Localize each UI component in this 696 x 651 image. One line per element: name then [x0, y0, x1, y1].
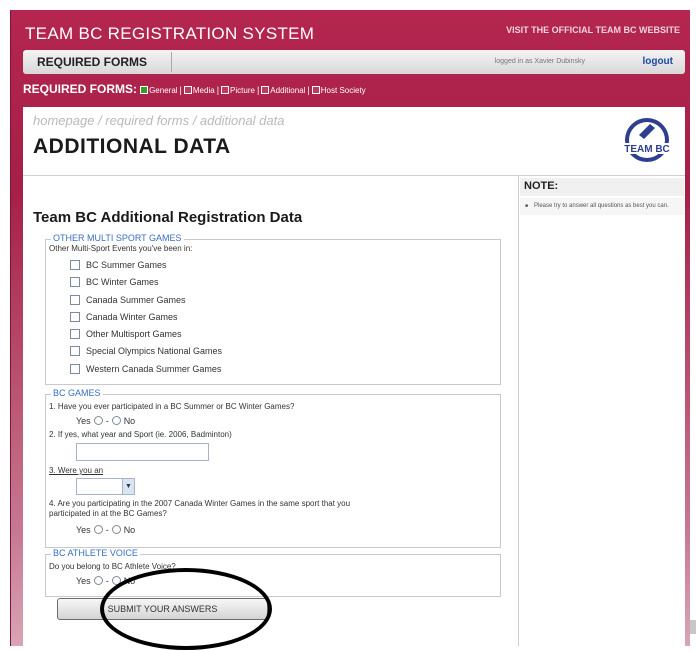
- note-sidebar: NOTE: Please try to answer all questions…: [519, 175, 685, 646]
- question-4-line-2: participated in at the BC Games?: [49, 509, 167, 518]
- checkbox-canada-winter-games[interactable]: Canada Winter Games: [70, 312, 178, 324]
- form-title: Team BC Additional Registration Data: [33, 209, 303, 226]
- question-4-line-1: 4. Are you participating in the 2007 Can…: [49, 499, 351, 508]
- yes-no-radio-group-q1: Yes - No: [76, 416, 135, 426]
- multi-sport-legend: OTHER MULTI SPORT GAMES: [51, 233, 184, 243]
- checkbox-icon[interactable]: [70, 329, 80, 339]
- nav-link-media[interactable]: Media: [193, 86, 215, 95]
- checkbox-icon[interactable]: [70, 364, 80, 374]
- checkbox-icon[interactable]: [70, 277, 80, 287]
- checkbox-label: BC Winter Games: [86, 277, 159, 287]
- checkbox-icon[interactable]: [70, 346, 80, 356]
- svg-text:TEAM BC: TEAM BC: [624, 144, 670, 155]
- bc-games-fieldset: BC GAMES 1. Have you ever participated i…: [45, 388, 501, 548]
- yes-no-radio-group-q4: Yes - No: [76, 525, 135, 535]
- athlete-voice-question: Do you belong to BC Athlete Voice?: [49, 562, 176, 571]
- question-2: 2. If yes, what year and Sport (ie. 2006…: [49, 430, 232, 439]
- logged-in-text: logged in as Xavier Dubinsky: [494, 58, 585, 65]
- form-column: Team BC Additional Registration Data OTH…: [23, 175, 519, 646]
- checkbox-icon[interactable]: [70, 295, 80, 305]
- yes-label: Yes: [76, 525, 91, 535]
- checkbox-label: Western Canada Summer Games: [86, 364, 222, 374]
- radio-yes[interactable]: [93, 576, 103, 585]
- radio-no[interactable]: [111, 576, 121, 585]
- checkbox-label: Other Multisport Games: [86, 329, 182, 339]
- checkbox-icon[interactable]: [70, 312, 80, 322]
- multi-sport-prompt: Other Multi-Sport Events you've been in:: [49, 244, 193, 253]
- checkbox-western-canada-summer-games[interactable]: Western Canada Summer Games: [70, 364, 221, 376]
- scrollbar-thumb[interactable]: [690, 620, 696, 634]
- checkbox-label: BC Summer Games: [86, 260, 167, 270]
- checkbox-label: Canada Winter Games: [86, 312, 178, 322]
- checkbox-bc-winter-games[interactable]: BC Winter Games: [70, 277, 159, 289]
- bc-games-legend: BC GAMES: [51, 388, 103, 398]
- no-label: No: [123, 576, 136, 586]
- required-forms-bar: REQUIRED FORMS logged in as Xavier Dubin…: [23, 50, 685, 74]
- radio-no[interactable]: [111, 525, 121, 534]
- check-icon: [140, 86, 149, 94]
- note-text: Please try to answer all questions as be…: [520, 198, 684, 215]
- question-1: 1. Have you ever participated in a BC Su…: [49, 402, 295, 411]
- yes-no-radio-group-athlete-voice: Yes - No: [76, 576, 135, 586]
- team-bc-logo: TEAM BC: [623, 118, 671, 162]
- form-icon: [183, 86, 192, 94]
- checkbox-other-multisport-games[interactable]: Other Multisport Games: [70, 329, 182, 341]
- top-header: TEAM BC REGISTRATION SYSTEM VISIT THE OF…: [11, 10, 690, 50]
- note-title: NOTE:: [520, 178, 684, 196]
- system-title: TEAM BC REGISTRATION SYSTEM: [25, 24, 315, 43]
- visit-official-site-link[interactable]: VISIT THE OFFICIAL TEAM BC WEBSITE: [506, 25, 680, 35]
- required-forms-nav: REQUIRED FORMS: General | Media | Picture | Ad…: [23, 82, 366, 96]
- required-forms-tab[interactable]: REQUIRED FORMS: [37, 55, 147, 69]
- submit-answers-button[interactable]: SUBMIT YOUR ANSWERS: [57, 598, 268, 620]
- athlete-voice-fieldset: BC ATHLETE VOICE Do you belong to BC Ath…: [45, 548, 501, 597]
- yes-label: Yes: [76, 576, 91, 586]
- year-sport-input[interactable]: [76, 443, 209, 461]
- page-title: ADDITIONAL DATA: [33, 135, 231, 158]
- chevron-down-icon[interactable]: ▼: [122, 479, 134, 494]
- dash-separator: -: [105, 576, 109, 586]
- dash-separator: -: [105, 416, 109, 426]
- nav-link-general[interactable]: General: [149, 86, 177, 95]
- content-panel: homepage / required forms / additional d…: [23, 107, 685, 646]
- nav-link-host-society[interactable]: Host Society: [321, 86, 366, 95]
- form-icon: [221, 86, 230, 94]
- divider: [171, 52, 172, 72]
- checkbox-bc-summer-games[interactable]: BC Summer Games: [70, 260, 167, 272]
- nav-link-additional[interactable]: Additional: [270, 86, 305, 95]
- logout-link[interactable]: logout: [642, 56, 673, 67]
- forms-nav-label: REQUIRED FORMS: [23, 82, 134, 96]
- radio-no[interactable]: [111, 416, 121, 425]
- radio-yes[interactable]: [93, 416, 103, 425]
- nav-link-picture[interactable]: Picture: [230, 86, 255, 95]
- question-3: 3. Were you an: [49, 466, 104, 475]
- dash-separator: -: [105, 525, 109, 535]
- no-label: No: [123, 416, 136, 426]
- checkbox-special-olympics[interactable]: Special Olympics National Games: [70, 346, 222, 358]
- yes-label: Yes: [76, 416, 91, 426]
- page-frame: TEAM BC REGISTRATION SYSTEM VISIT THE OF…: [10, 10, 690, 646]
- form-icon: [311, 86, 320, 94]
- checkbox-label: Canada Summer Games: [86, 295, 186, 305]
- checkbox-icon[interactable]: [70, 260, 80, 270]
- no-label: No: [123, 525, 136, 535]
- checkbox-label: Special Olympics National Games: [86, 346, 223, 356]
- athlete-voice-legend: BC ATHLETE VOICE: [51, 548, 140, 558]
- multi-sport-fieldset: OTHER MULTI SPORT GAMES Other Multi-Spor…: [45, 233, 501, 385]
- form-icon: [261, 86, 270, 94]
- participant-role-select[interactable]: ▼: [76, 478, 135, 495]
- radio-yes[interactable]: [93, 525, 103, 534]
- checkbox-canada-summer-games[interactable]: Canada Summer Games: [70, 295, 186, 307]
- breadcrumb: homepage / required forms / additional d…: [33, 113, 285, 128]
